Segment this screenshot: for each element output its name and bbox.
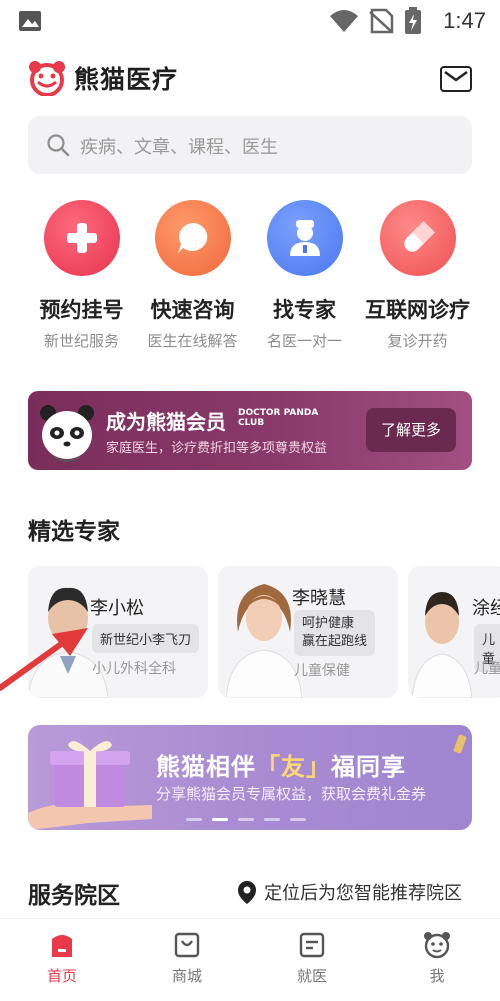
experts-section-title: 精选专家 [28,519,120,545]
expert-icon-circle [266,200,343,276]
gallery-notification-icon [19,11,41,31]
nav-me[interactable]: 我 [397,931,477,986]
promo-title-post: 福同享 [331,753,406,781]
quick-action-subtitle: 医生在线解答 [147,332,238,350]
gift-hands-icon [28,741,152,830]
status-time: 1:47 [443,8,486,33]
learn-more-button[interactable]: 了解更多 [366,408,456,452]
brand-tag-line1: DOCTOR PANDA [238,408,319,418]
nav-label: 就医 [296,967,327,985]
locate-text: 定位后为您智能推荐院区 [264,883,462,904]
search-placeholder: 疾病、文章、课程、医生 [80,137,278,158]
quick-action-expert[interactable]: 找专家 名医一对一 [242,200,367,351]
district-section-title: 服务院区 [28,883,120,909]
promo-subtitle: 分享熊猫会员专属权益，获取会费礼金券 [156,785,427,803]
expert-tag-line1: 呵护健康 [302,616,355,631]
quick-action-subtitle: 新世纪服务 [43,332,119,350]
wifi-icon [330,10,358,32]
brand-tag-line2: CLUB [238,418,265,428]
promo-title-highlight: 「友」 [256,753,331,781]
search-icon [47,134,70,157]
medical-record-icon [298,931,326,959]
panda-mascot-icon [40,405,94,462]
expert-name: 涂经 [472,598,500,619]
status-bar: 1:47 [0,0,500,44]
quick-action-title: 互联网诊疗 [365,298,470,322]
no-sim-icon [369,8,394,34]
promo-banner[interactable]: 熊猫相伴「友」福同享 分享熊猫会员专属权益，获取会费礼金券 [28,725,472,830]
bottom-nav: 首页 商城 就医 我 [0,918,500,1001]
expert-tag-line2: 赢在起跑线 [302,634,368,649]
nav-home[interactable]: 首页 [22,931,102,986]
carousel-dot [290,818,306,821]
appointment-icon-circle [43,200,120,276]
quick-action-title: 快速咨询 [150,298,235,322]
carousel-dot [264,818,280,821]
member-brand-tag: DOCTOR PANDA CLUB [238,408,318,428]
quick-action-appointment[interactable]: 预约挂号 新世纪服务 [19,200,144,351]
quick-action-title: 预约挂号 [39,298,124,322]
expert-tag: 呵护健康 赢在起跑线 [294,610,376,656]
expert-department: 儿童保健 [294,663,350,679]
battery-charging-icon [405,7,421,34]
plus-icon [66,223,97,253]
mail-icon [444,70,468,82]
clinic-icon-circle [379,200,456,276]
member-banner[interactable]: 成为熊猫会员 DOCTOR PANDA CLUB 家庭医生，诊疗费折扣等多项尊贵… [28,391,472,470]
carousel-dot-active [212,818,228,821]
expert-card[interactable]: 涂经 儿童 儿童 [408,566,500,698]
nav-label: 我 [429,967,445,985]
quick-action-subtitle: 名医一对一 [266,332,342,350]
expert-department: 小儿外科全科 [92,661,176,677]
location-pin-icon [238,881,256,904]
expert-name: 李小松 [90,598,144,619]
message-button[interactable] [440,66,472,92]
nav-shop[interactable]: 商城 [147,931,227,986]
promo-title-pre: 熊猫相伴 [156,753,256,781]
member-description: 家庭医生，诊疗费折扣等多项尊贵权益 [106,441,328,456]
confetti-icon [453,734,467,754]
carousel-indicator [186,818,306,821]
nav-medical[interactable]: 就医 [272,931,352,986]
carousel-dot [186,818,202,821]
expert-card[interactable]: 李晓慧 呵护健康 赢在起跑线 儿童保健 [218,566,398,698]
nav-label: 首页 [46,967,77,985]
quick-action-title: 找专家 [273,298,336,322]
carousel-dot [238,818,254,821]
consult-icon-circle [154,200,231,276]
pointer-arrow-icon [0,628,88,691]
panda-face-icon [423,931,451,959]
app-title: 熊猫医疗 [74,65,179,94]
app-brand: 熊猫医疗 [28,58,178,98]
expert-tag: 新世纪小李飞刀 [92,624,200,653]
member-title: 成为熊猫会员 [106,410,226,434]
doctor-icon [289,220,320,256]
quick-action-subtitle: 复诊开药 [387,332,448,350]
panda-logo-icon [29,61,65,96]
expert-department: 儿童 [474,661,500,677]
locate-button[interactable]: 定位后为您智能推荐院区 [236,879,462,905]
shop-bag-icon [173,931,201,959]
search-input[interactable]: 疾病、文章、课程、医生 [28,116,472,174]
doctor-avatar [412,592,472,698]
chat-bubble-icon [177,223,207,253]
quick-action-consult[interactable]: 快速咨询 医生在线解答 [130,200,255,351]
home-icon [48,931,76,959]
nav-label: 商城 [171,967,202,985]
quick-action-online-clinic[interactable]: 互联网诊疗 复诊开药 [355,200,480,351]
promo-title: 熊猫相伴「友」福同享 [156,747,406,782]
pill-icon [403,221,435,252]
expert-name: 李晓慧 [292,588,346,609]
